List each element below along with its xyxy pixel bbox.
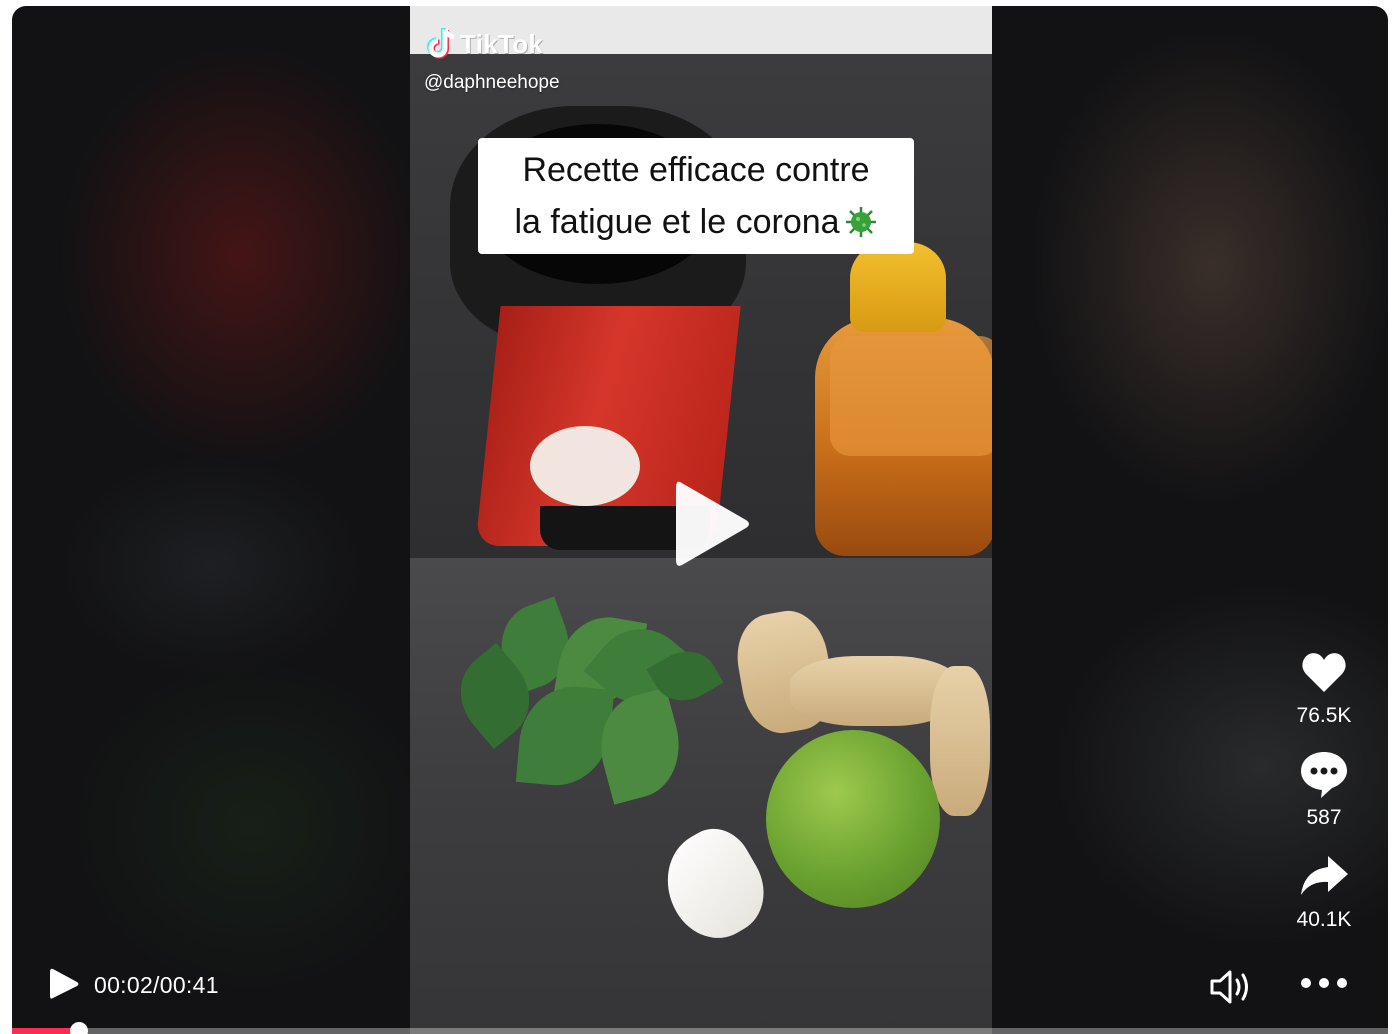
action-column: 76.5K 587 40.1K: [1274, 646, 1374, 952]
honey-bottle-label: [830, 336, 992, 456]
video-player[interactable]: TikTok @daphneehope Recette efficace con…: [12, 6, 1388, 1034]
tiktok-note-icon: [427, 28, 455, 59]
creator-handle[interactable]: @daphneehope: [424, 72, 560, 94]
like-count: 76.5K: [1296, 704, 1352, 727]
like-button[interactable]: 76.5K: [1274, 646, 1374, 728]
progress-scrubber-handle[interactable]: [70, 1022, 88, 1034]
volume-icon[interactable]: [1208, 968, 1254, 1006]
tiktok-wordmark: TikTok: [460, 28, 544, 59]
video-caption: Recette efficace contre la fatigue et le…: [478, 138, 914, 254]
lime-image: [766, 730, 940, 908]
progress-bar[interactable]: [12, 1022, 1388, 1034]
comment-count: 587: [1306, 806, 1342, 829]
video-frame[interactable]: TikTok @daphneehope Recette efficace con…: [410, 6, 992, 1034]
honey-bottle-cap: [850, 242, 946, 332]
thermos-apple-pattern: [530, 426, 640, 506]
caption-line-1: Recette efficace contre: [522, 151, 870, 189]
playback-time: 00:02/00:41: [94, 972, 219, 998]
virus-emoji-icon: [845, 207, 876, 237]
share-button[interactable]: 40.1K: [1274, 850, 1374, 932]
heart-icon: [1302, 653, 1346, 692]
share-count: 40.1K: [1296, 908, 1352, 931]
more-options-icon[interactable]: [1296, 968, 1352, 998]
caption-line-2: la fatigue et le corona: [514, 203, 840, 241]
comment-bubble-icon: [1301, 752, 1347, 798]
caption-line-2-wrap: la fatigue et le corona: [514, 196, 877, 248]
comment-button[interactable]: 587: [1274, 748, 1374, 830]
play-pause-icon[interactable]: [48, 966, 80, 1002]
ginger-root-image: [930, 666, 990, 816]
share-arrow-icon: [1301, 856, 1348, 895]
tiktok-logo: TikTok: [426, 26, 543, 62]
progress-bar-fill: [12, 1028, 79, 1034]
center-play-icon[interactable]: [668, 474, 752, 574]
